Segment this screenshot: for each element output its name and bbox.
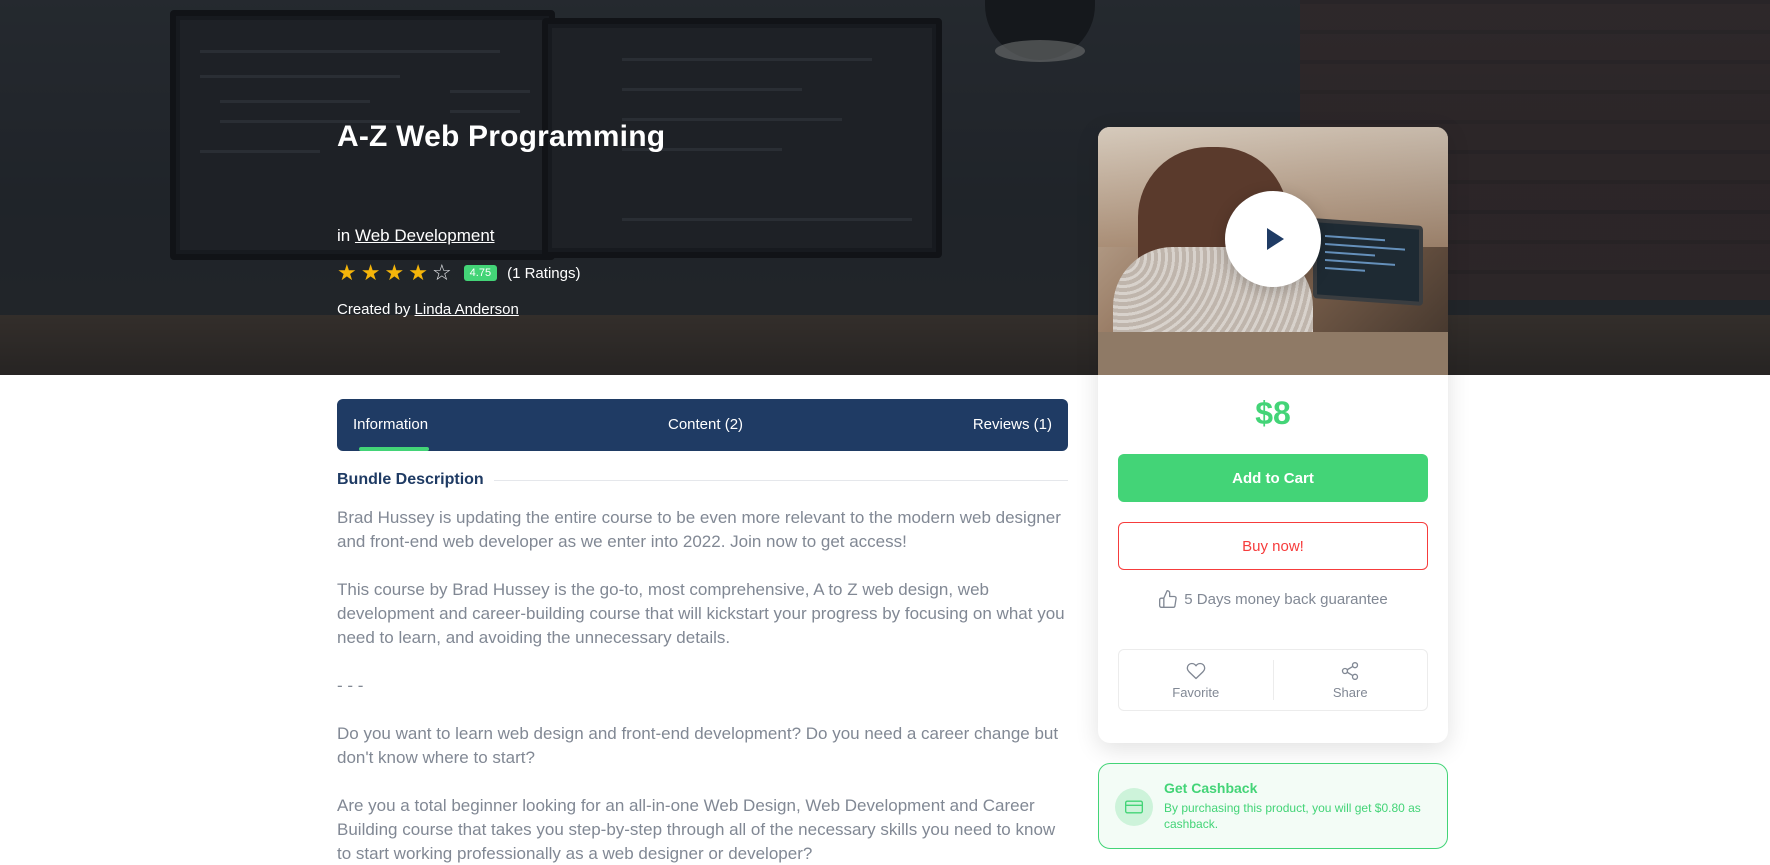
play-icon bbox=[1267, 228, 1284, 250]
category-link[interactable]: Web Development bbox=[355, 226, 495, 245]
credit-card-icon bbox=[1125, 800, 1143, 814]
video-thumbnail-table bbox=[1098, 332, 1448, 375]
favorite-label: Favorite bbox=[1172, 684, 1220, 700]
course-rating: ★ ★ ★ ★ ☆ 4.75 (1 Ratings) bbox=[337, 262, 580, 284]
instructor-link[interactable]: Linda Anderson bbox=[415, 301, 519, 318]
money-back-guarantee: 5 Days money back guarantee bbox=[1098, 589, 1448, 609]
course-hero: A-Z Web Programming in Web Development ★… bbox=[0, 0, 1770, 375]
category-prefix: in bbox=[337, 226, 351, 245]
description-body: Brad Hussey is updating the entire cours… bbox=[337, 506, 1068, 865]
description-paragraph: This course by Brad Hussey is the go-to,… bbox=[337, 580, 1065, 647]
course-price: $8 bbox=[1255, 395, 1291, 431]
add-to-cart-button[interactable]: Add to Cart bbox=[1118, 454, 1428, 502]
course-header: A-Z Web Programming in Web Development ★… bbox=[337, 120, 666, 318]
description-paragraph: Brad Hussey is updating the entire cours… bbox=[337, 508, 1061, 551]
created-by-prefix: Created by bbox=[337, 301, 411, 318]
description-paragraph: Are you a total beginner looking for an … bbox=[337, 796, 1056, 863]
star-filled-icon: ★ bbox=[360, 260, 381, 285]
tab-information[interactable]: Information bbox=[353, 399, 428, 451]
purchase-card: $8 Add to Cart Buy now! 5 Days money bac… bbox=[1098, 127, 1448, 743]
star-filled-icon: ★ bbox=[337, 260, 357, 285]
star-filled-icon: ★ bbox=[408, 260, 428, 285]
tab-reviews[interactable]: Reviews (1) bbox=[973, 399, 1052, 451]
star-filled-icon: ★ bbox=[384, 260, 405, 285]
course-title: A-Z Web Programming bbox=[337, 120, 666, 153]
hero-overlay bbox=[0, 0, 1770, 375]
card-actions: Favorite Share bbox=[1118, 649, 1428, 711]
share-button[interactable]: Share bbox=[1272, 660, 1428, 700]
share-icon bbox=[1342, 661, 1359, 680]
cashback-icon-wrap bbox=[1115, 788, 1153, 826]
favorite-button[interactable]: Favorite bbox=[1119, 650, 1273, 710]
share-label: Share bbox=[1332, 684, 1368, 700]
cashback-banner: Get Cashback By purchasing this product,… bbox=[1098, 763, 1448, 849]
star-empty-icon: ☆ bbox=[431, 260, 452, 285]
description-paragraph: Do you want to learn web design and fron… bbox=[337, 724, 1059, 767]
cashback-text: By purchasing this product, you will get… bbox=[1164, 801, 1421, 831]
thumbs-up-icon bbox=[1159, 590, 1178, 608]
active-tab-indicator bbox=[359, 447, 429, 451]
description-header: Bundle Description bbox=[337, 471, 1068, 489]
course-preview-video[interactable] bbox=[1098, 127, 1448, 375]
ratings-count: (1 Ratings) bbox=[507, 264, 581, 282]
course-tabs: Information Content (2) Reviews (1) bbox=[337, 399, 1068, 451]
description-separator: - - - bbox=[337, 676, 364, 695]
description-divider bbox=[493, 479, 1068, 481]
course-instructor-line: Created by Linda Anderson bbox=[337, 301, 519, 318]
course-category-line: in Web Development bbox=[337, 226, 495, 246]
tab-content[interactable]: Content (2) bbox=[668, 399, 743, 451]
cashback-title: Get Cashback bbox=[1164, 780, 1258, 796]
video-thumbnail-laptop bbox=[1313, 218, 1423, 306]
heart-icon bbox=[1186, 662, 1206, 679]
description-title: Bundle Description bbox=[337, 471, 484, 488]
guarantee-text: 5 Days money back guarantee bbox=[1184, 590, 1388, 608]
play-button[interactable] bbox=[1225, 191, 1321, 287]
rating-badge: 4.75 bbox=[463, 265, 498, 281]
buy-now-button[interactable]: Buy now! bbox=[1118, 522, 1428, 570]
